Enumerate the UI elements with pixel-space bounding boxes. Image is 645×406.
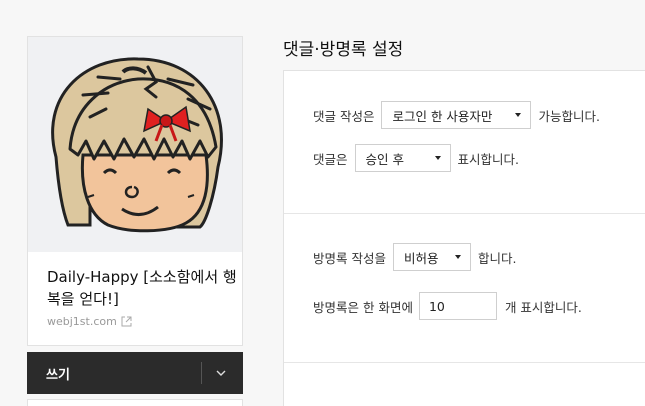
caret-down-icon <box>454 255 461 259</box>
comment-write-select-value: 로그인 한 사용자만 <box>392 108 493 124</box>
settings-panel: 댓글 작성은 로그인 한 사용자만 가능합니다. 댓글은 승인 후 표시합니다.… <box>283 70 645 406</box>
comment-display-select-value: 승인 후 <box>365 151 404 167</box>
comment-write-suffix: 가능합니다. <box>538 108 600 124</box>
section-divider <box>284 362 645 363</box>
comment-display-suffix: 표시합니다. <box>457 151 519 167</box>
guestbook-per-page-input[interactable] <box>418 292 497 320</box>
guestbook-write-prefix: 방명록 작성을 <box>313 250 386 266</box>
write-menu-divider <box>201 362 202 384</box>
guestbook-per-page-row: 방명록은 한 화면에 개 표시합니다. <box>313 292 582 320</box>
guestbook-write-suffix: 합니다. <box>477 250 517 266</box>
guestbook-write-row: 방명록 작성을 비허용 합니다. <box>313 243 516 271</box>
girl-avatar-illustration <box>51 57 223 233</box>
sidebar-lower-card <box>27 399 243 406</box>
guestbook-write-select-value: 비허용 <box>403 250 439 266</box>
comment-write-row: 댓글 작성은 로그인 한 사용자만 가능합니다. <box>313 101 600 129</box>
caret-down-icon <box>515 113 522 117</box>
write-menu: 쓰기 <box>27 352 243 394</box>
comment-write-select[interactable]: 로그인 한 사용자만 <box>381 101 532 129</box>
page-title: 댓글·방명록 설정 <box>283 40 404 60</box>
comment-display-select[interactable]: 승인 후 <box>354 144 451 172</box>
avatar[interactable] <box>28 37 242 252</box>
comment-display-prefix: 댓글은 <box>313 151 348 167</box>
guestbook-per-page-prefix: 방명록은 한 화면에 <box>313 299 413 315</box>
comment-display-row: 댓글은 승인 후 표시합니다. <box>313 144 519 172</box>
external-link-icon <box>121 316 132 327</box>
blog-url[interactable]: webj1st.com <box>47 315 117 328</box>
comment-write-prefix: 댓글 작성은 <box>313 108 375 124</box>
blog-title[interactable]: Daily-Happy [소소함에서 행복을 얻다!] <box>47 266 237 310</box>
section-divider <box>284 213 645 214</box>
chevron-down-icon[interactable] <box>213 365 229 381</box>
caret-down-icon <box>434 156 441 160</box>
write-button[interactable]: 쓰기 <box>46 364 70 383</box>
blog-url-link[interactable]: webj1st.com <box>47 315 132 328</box>
blog-profile-card: Daily-Happy [소소함에서 행복을 얻다!] webj1st.com <box>27 36 243 346</box>
guestbook-per-page-suffix: 개 표시합니다. <box>504 299 582 315</box>
guestbook-write-select[interactable]: 비허용 <box>392 243 471 271</box>
